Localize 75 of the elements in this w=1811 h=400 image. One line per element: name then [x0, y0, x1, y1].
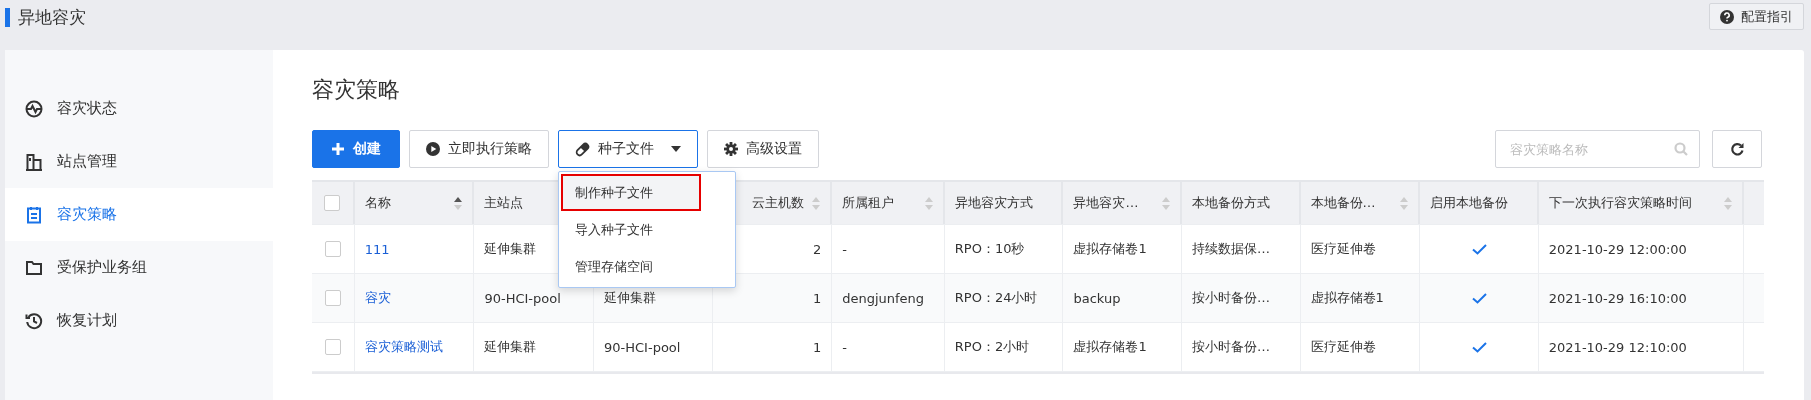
sidebar-item[interactable]: 容灾状态 — [5, 82, 273, 135]
run-policy-button[interactable]: 立即执行策略 — [409, 130, 549, 168]
table-cell: 1 — [812, 290, 822, 306]
select-all-checkbox[interactable] — [324, 195, 341, 211]
table-cell: 医疗延伸卷 — [1310, 338, 1376, 356]
table-cell: 医疗延伸卷 — [1310, 240, 1376, 258]
table-cell: 1 — [812, 339, 822, 355]
menu-item[interactable]: 导入种子文件 — [561, 211, 733, 248]
table-cell: 按小时备份… — [1192, 338, 1270, 356]
refresh-button[interactable] — [1712, 130, 1762, 168]
caret-icon — [671, 146, 681, 152]
table-cell: 延伸集群 — [484, 240, 537, 258]
table-cell: 2021-10-29 12:10:00 — [1548, 339, 1687, 355]
history-icon — [25, 311, 43, 330]
menu-item[interactable]: 制作种子文件 — [561, 174, 701, 211]
table-cell: 持续数据保… — [1192, 240, 1270, 258]
column-header: 名称 — [364, 194, 391, 212]
table-cell: 2 — [812, 241, 822, 257]
title-accent-bar — [5, 8, 10, 27]
table-cell: - — [842, 241, 847, 257]
help-icon — [1720, 9, 1734, 24]
advanced-settings-button[interactable]: 高级设置 — [707, 130, 819, 168]
table-cell: 90-HCI-pool — [604, 339, 681, 355]
sidebar-item[interactable]: 站点管理 — [5, 135, 273, 188]
create-button[interactable]: 创建 — [312, 130, 400, 168]
column-header: 本地备份… — [1310, 194, 1376, 212]
table-cell: RPO：2小时 — [954, 338, 1030, 356]
page-title: 容灾策略 — [312, 76, 401, 104]
sidebar-item[interactable]: 受保护业务组 — [5, 241, 273, 294]
table-cell: 虚拟存储卷1 — [1310, 289, 1384, 307]
table-cell: 按小时备份… — [1192, 289, 1270, 307]
table-cell: 2021-10-29 12:00:00 — [1548, 241, 1687, 257]
column-header: 云主机数 — [752, 194, 805, 212]
capsule-icon — [575, 141, 590, 157]
table-cell: - — [842, 339, 847, 355]
table-cell: 虚拟存储卷1 — [1073, 240, 1147, 258]
row-checkbox[interactable] — [324, 339, 341, 355]
column-header: 下一次执行容灾策略时间 — [1548, 194, 1692, 212]
seed-file-dropdown[interactable]: 种子文件 — [558, 130, 698, 168]
menu-item[interactable]: 管理存储空间 — [561, 248, 733, 285]
sort-icon[interactable] — [454, 196, 463, 210]
policy-link[interactable]: 容灾 — [364, 289, 391, 307]
table-cell: 延伸集群 — [604, 289, 656, 307]
row-checkbox[interactable] — [324, 241, 341, 257]
clipboard-icon — [25, 205, 43, 224]
table-cell: RPO：10秒 — [954, 240, 1025, 258]
plus-icon — [331, 142, 345, 156]
folder-icon — [25, 258, 43, 277]
search-icon — [1674, 142, 1688, 156]
policy-link[interactable]: 111 — [364, 241, 390, 257]
table-cell: RPO：24小时 — [954, 289, 1038, 307]
table-cell: backup — [1073, 290, 1121, 306]
column-header: 异地容灾方式 — [954, 194, 1033, 212]
table-cell: 2021-10-29 16:10:00 — [1548, 290, 1687, 306]
row-checkbox[interactable] — [324, 290, 341, 306]
column-header: 所属租户 — [842, 194, 895, 212]
table-cell: 虚拟存储卷1 — [1073, 338, 1147, 356]
table-cell: dengjunfeng — [842, 290, 925, 306]
column-header: 异地容灾… — [1073, 194, 1139, 212]
column-header: 主站点 — [484, 194, 524, 212]
building-icon — [25, 152, 43, 171]
page-header-title: 异地容灾 — [18, 6, 86, 29]
sidebar-item[interactable]: 恢复计划 — [5, 294, 273, 347]
table-cell: 90-HCI-pool — [484, 290, 561, 306]
policy-link[interactable]: 容灾策略测试 — [364, 338, 443, 356]
refresh-icon — [1729, 141, 1745, 157]
play-icon — [426, 142, 440, 156]
settings-icon — [724, 142, 738, 156]
pulse-circle-icon — [25, 99, 43, 118]
sidebar-item[interactable]: 容灾策略 — [5, 188, 273, 241]
column-header: 本地备份方式 — [1192, 194, 1270, 212]
config-guide-button[interactable]: 配置指引 — [1709, 3, 1804, 30]
search-field[interactable]: 容灾策略名称 — [1495, 130, 1700, 168]
table-cell: 延伸集群 — [484, 338, 537, 356]
column-header: 启用本地备份 — [1430, 194, 1509, 212]
